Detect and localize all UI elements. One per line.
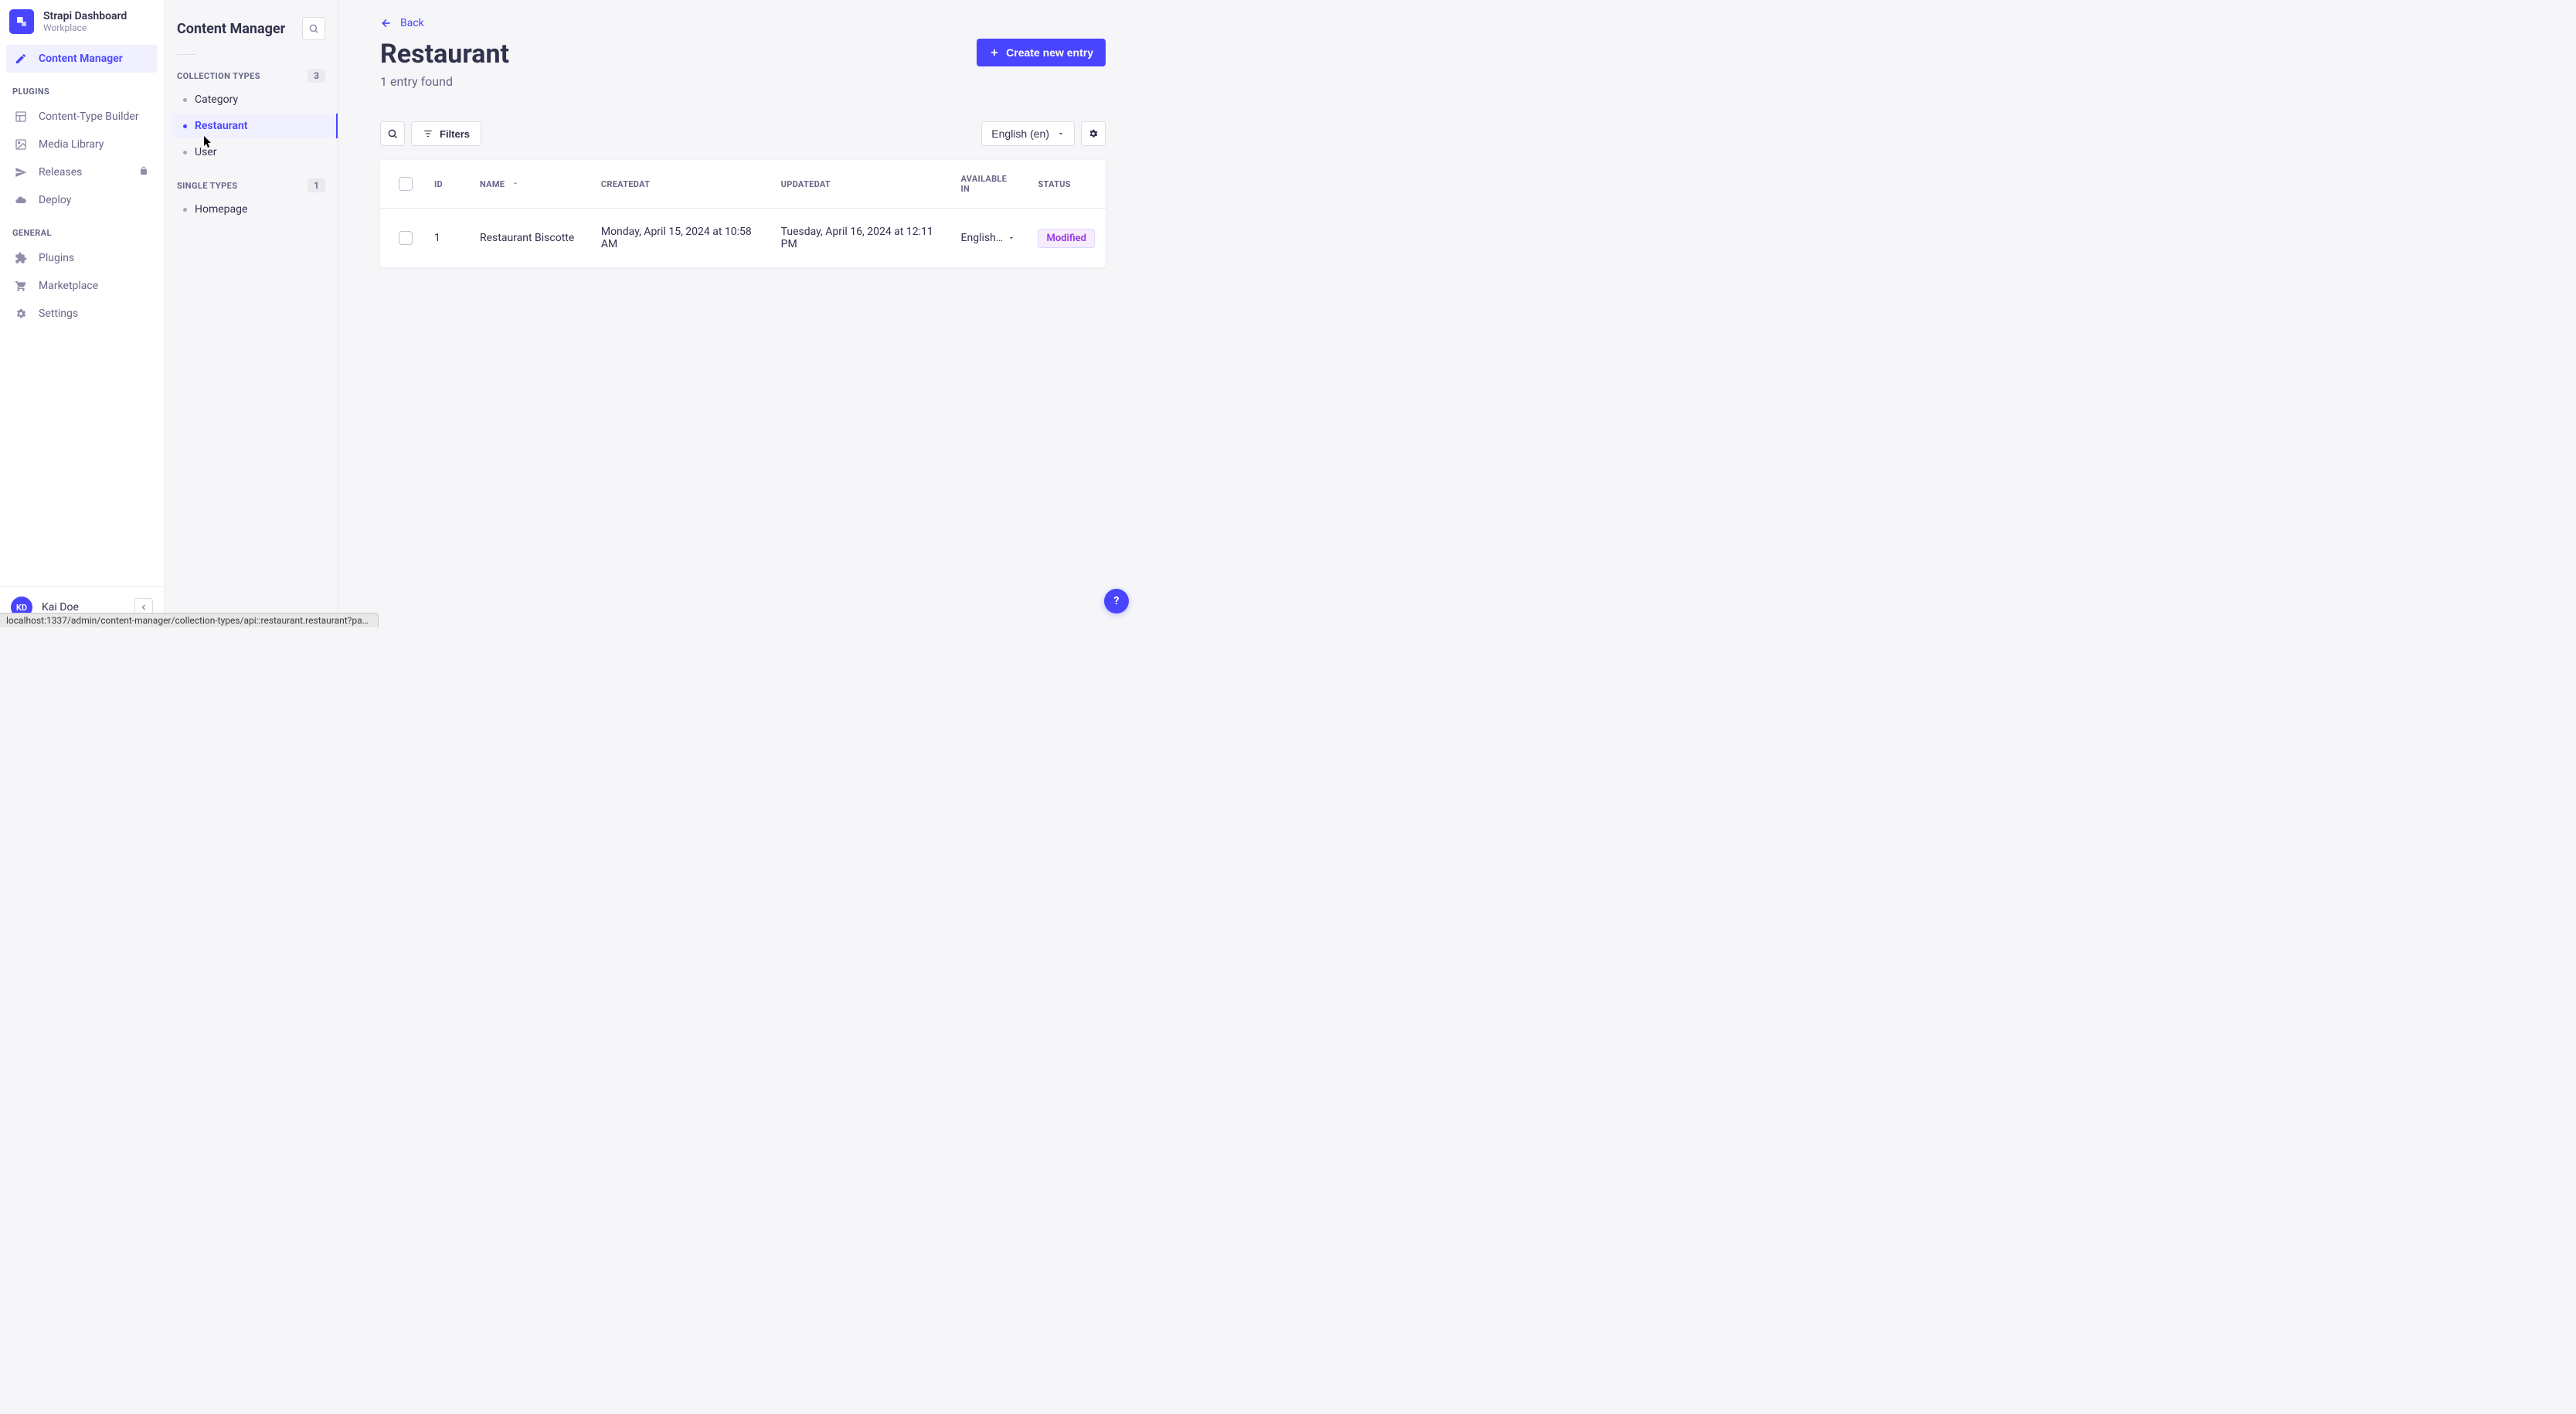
create-entry-button[interactable]: Create new entry: [977, 39, 1106, 66]
nav-content-manager[interactable]: Content Manager: [6, 45, 158, 73]
nav-marketplace[interactable]: Marketplace: [6, 272, 158, 300]
nav-releases[interactable]: Releases: [6, 158, 158, 186]
divider: [177, 54, 195, 55]
bullet-icon: [183, 98, 187, 102]
image-icon: [14, 138, 28, 151]
type-label: Homepage: [195, 203, 247, 216]
create-btn-label: Create new entry: [1006, 46, 1093, 59]
caret-down-icon: [1008, 234, 1015, 242]
filters-button[interactable]: Filters: [411, 121, 481, 146]
entries-table: ID NAME CREATEDAT UPDATEDAT AVAILABLE IN…: [380, 160, 1106, 267]
th-updatedat[interactable]: UPDATEDAT: [770, 160, 950, 209]
cell-updatedat: Tuesday, April 16, 2024 at 12:11 PM: [770, 209, 950, 268]
cell-id: 1: [423, 209, 469, 268]
search-entries-button[interactable]: [380, 121, 405, 146]
type-item-category[interactable]: Category: [172, 87, 330, 112]
brand-title: Strapi Dashboard: [43, 10, 127, 22]
nav-label: Deploy: [39, 194, 71, 206]
table-row[interactable]: 1 Restaurant Biscotte Monday, April 15, …: [380, 209, 1106, 268]
paper-plane-icon: [14, 166, 28, 178]
sub-sidebar-title: Content Manager: [177, 21, 285, 37]
type-item-user[interactable]: User: [172, 140, 330, 165]
lock-icon: [139, 166, 150, 178]
locale-select[interactable]: English (en): [981, 121, 1075, 146]
status-bar-url: localhost:1337/admin/content-manager/col…: [0, 613, 379, 627]
chevron-left-icon: [139, 603, 148, 612]
nav-label: Media Library: [39, 138, 104, 151]
type-item-homepage[interactable]: Homepage: [172, 197, 330, 222]
section-general: GENERAL: [0, 214, 164, 244]
search-icon: [308, 23, 319, 34]
th-availablein[interactable]: AVAILABLE IN: [950, 160, 1028, 209]
single-types-count: 1: [308, 178, 325, 192]
type-item-restaurant[interactable]: Restaurant: [172, 114, 338, 138]
section-plugins: PLUGINS: [0, 73, 164, 103]
nav-label: Marketplace: [39, 280, 98, 292]
th-status[interactable]: STATUS: [1027, 160, 1106, 209]
layout-icon: [14, 110, 28, 123]
nav-media-library[interactable]: Media Library: [6, 131, 158, 158]
bullet-icon: [183, 124, 187, 128]
arrow-left-icon: [380, 17, 393, 29]
cell-createdat: Monday, April 15, 2024 at 10:58 AM: [590, 209, 770, 268]
cell-name: Restaurant Biscotte: [469, 209, 590, 268]
page-title: Restaurant: [380, 39, 509, 70]
brand[interactable]: Strapi Dashboard Workplace: [0, 0, 164, 45]
collection-types-label: COLLECTION TYPES: [177, 71, 260, 81]
type-label: Category: [195, 93, 238, 106]
strapi-logo-icon: [9, 9, 34, 34]
gear-icon: [1088, 128, 1099, 139]
plus-icon: [989, 47, 1000, 58]
single-types-label: SINGLE TYPES: [177, 181, 237, 191]
cart-icon: [14, 280, 28, 292]
bullet-icon: [183, 208, 187, 212]
select-all-checkbox[interactable]: [399, 177, 413, 191]
main-sidebar: Strapi Dashboard Workplace Content Manag…: [0, 0, 165, 627]
toolbar: Filters English (en): [380, 121, 1106, 146]
nav-label: Plugins: [39, 252, 74, 264]
table-header-row: ID NAME CREATEDAT UPDATEDAT AVAILABLE IN…: [380, 160, 1106, 209]
search-content-types-button[interactable]: [302, 17, 325, 40]
filters-label: Filters: [440, 128, 470, 140]
content-types-sidebar: Content Manager COLLECTION TYPES 3 Categ…: [165, 0, 338, 627]
type-label: Restaurant: [195, 120, 248, 132]
nav-label: Releases: [39, 166, 82, 178]
filter-icon: [423, 128, 433, 139]
cell-availablein[interactable]: English…: [950, 209, 1028, 268]
page-subtitle: 1 entry found: [380, 74, 509, 89]
nav-label: Settings: [39, 308, 78, 320]
cell-status: Modified: [1027, 209, 1106, 268]
nav-settings[interactable]: Settings: [6, 300, 158, 328]
help-button[interactable]: ?: [1104, 589, 1129, 614]
type-label: User: [195, 146, 216, 158]
status-badge: Modified: [1038, 229, 1095, 248]
collection-types-count: 3: [308, 69, 325, 83]
user-name: Kai Doe: [42, 601, 79, 614]
nav-plugins[interactable]: Plugins: [6, 244, 158, 272]
gear-icon: [14, 308, 28, 320]
th-id[interactable]: ID: [423, 160, 469, 209]
nav-label: Content Manager: [39, 53, 123, 65]
bullet-icon: [183, 151, 187, 155]
table-settings-button[interactable]: [1081, 121, 1106, 146]
locale-label: English (en): [991, 127, 1049, 140]
nav-deploy[interactable]: Deploy: [6, 186, 158, 214]
nav-label: Content-Type Builder: [39, 110, 139, 123]
sort-asc-icon: [511, 179, 519, 189]
main-content: Back Restaurant 1 entry found Create new…: [338, 0, 1143, 627]
puzzle-icon: [14, 252, 28, 264]
th-createdat[interactable]: CREATEDAT: [590, 160, 770, 209]
back-label: Back: [400, 17, 424, 29]
brand-subtitle: Workplace: [43, 22, 127, 33]
pencil-icon: [14, 53, 28, 65]
caret-down-icon: [1057, 130, 1065, 138]
cloud-icon: [14, 194, 28, 206]
row-checkbox[interactable]: [399, 231, 413, 245]
nav-content-type-builder[interactable]: Content-Type Builder: [6, 103, 158, 131]
back-link[interactable]: Back: [380, 14, 424, 32]
search-icon: [387, 128, 398, 139]
th-name[interactable]: NAME: [469, 160, 590, 209]
